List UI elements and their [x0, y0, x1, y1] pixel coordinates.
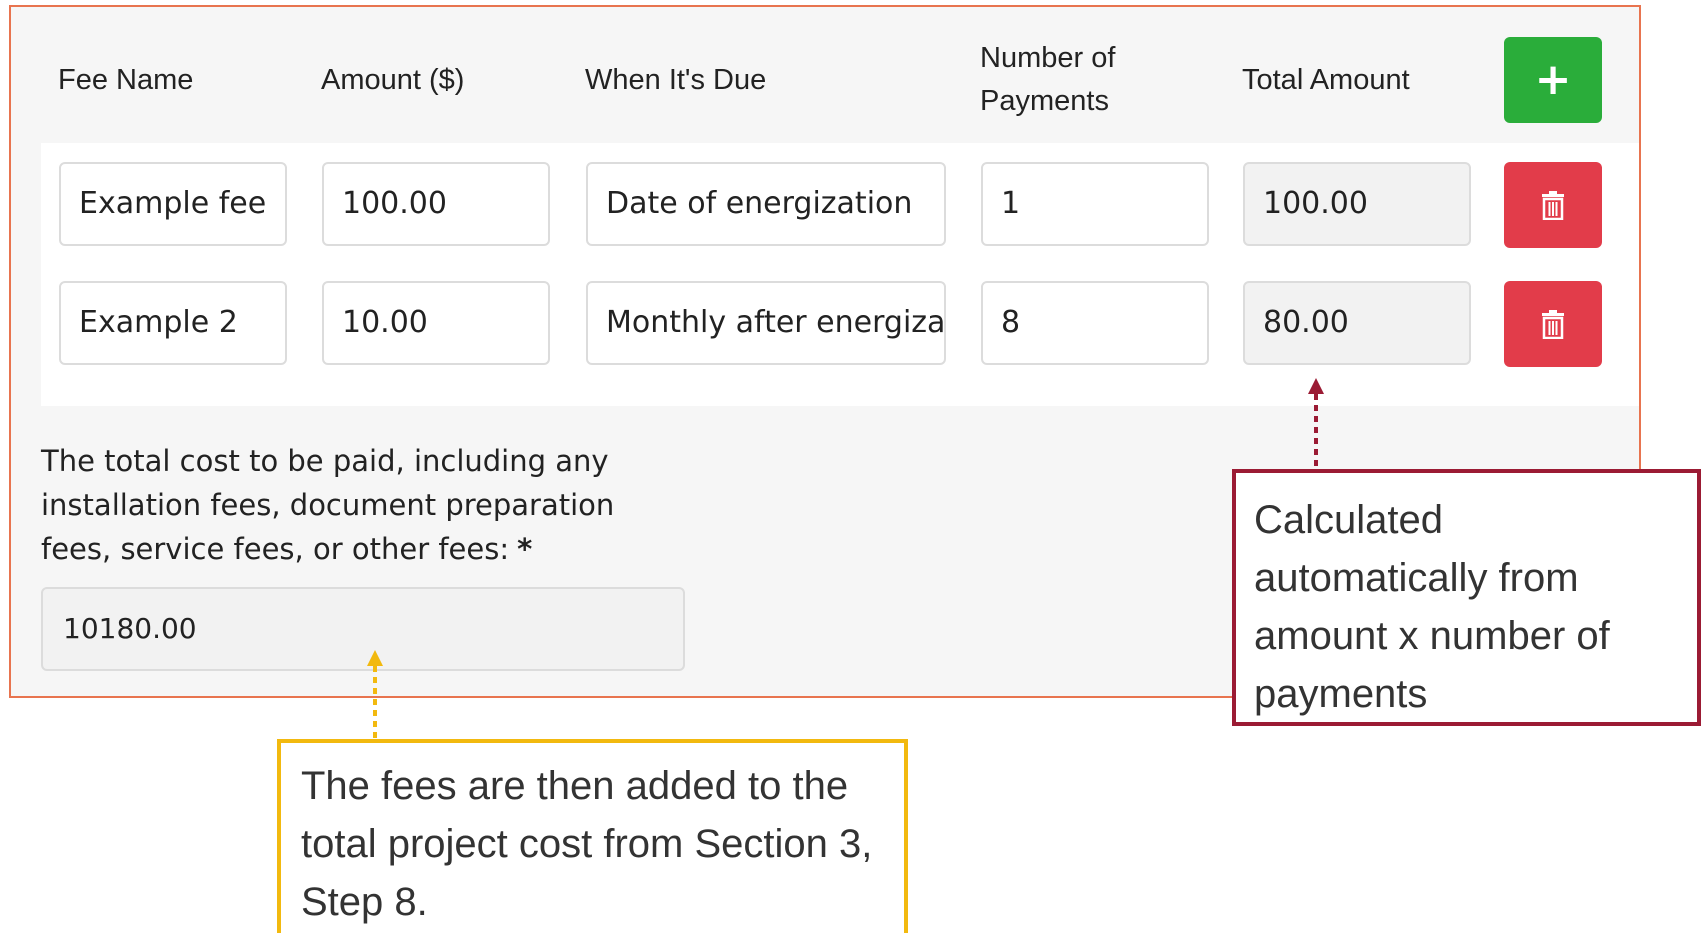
required-marker: * — [517, 532, 533, 566]
when-due-input[interactable]: Date of energization — [586, 162, 946, 246]
header-amount: Amount ($) — [321, 64, 465, 96]
fee-name-input[interactable]: Example 2 — [59, 281, 287, 365]
header-number-of-payments-line1: Number of — [980, 42, 1116, 74]
total-cost-field: 10180.00 — [41, 587, 685, 671]
number-of-payments-input[interactable]: 8 — [981, 281, 1209, 365]
total-cost-label: The total cost to be paid, including any… — [41, 439, 661, 571]
header-fee-name: Fee Name — [58, 64, 194, 96]
when-due-input[interactable]: Monthly after energization — [586, 281, 946, 365]
plus-icon: + — [1534, 54, 1572, 105]
amount-input[interactable]: 10.00 — [322, 281, 550, 365]
total-amount-field: 100.00 — [1243, 162, 1471, 246]
header-when-due: When It's Due — [585, 64, 767, 96]
trash-icon — [1542, 310, 1564, 339]
delete-fee-button[interactable] — [1504, 162, 1602, 248]
total-amount-field: 80.00 — [1243, 281, 1471, 365]
header-number-of-payments-line2: Payments — [980, 85, 1109, 117]
arrow-to-total-amount — [1308, 378, 1324, 471]
fee-name-input[interactable]: Example fee — [59, 162, 287, 246]
header-total-amount: Total Amount — [1242, 64, 1410, 96]
number-of-payments-input[interactable]: 1 — [981, 162, 1209, 246]
trash-icon — [1542, 191, 1564, 220]
delete-fee-button[interactable] — [1504, 281, 1602, 367]
header-number-of-payments: Number of Payments — [980, 37, 1115, 123]
arrow-to-total-cost — [367, 650, 383, 740]
amount-input[interactable]: 100.00 — [322, 162, 550, 246]
fees-added-callout: The fees are then added to the total pro… — [277, 739, 908, 933]
calculated-callout: Calculated automatically from amount x n… — [1232, 469, 1701, 726]
add-fee-button[interactable]: + — [1504, 37, 1602, 123]
